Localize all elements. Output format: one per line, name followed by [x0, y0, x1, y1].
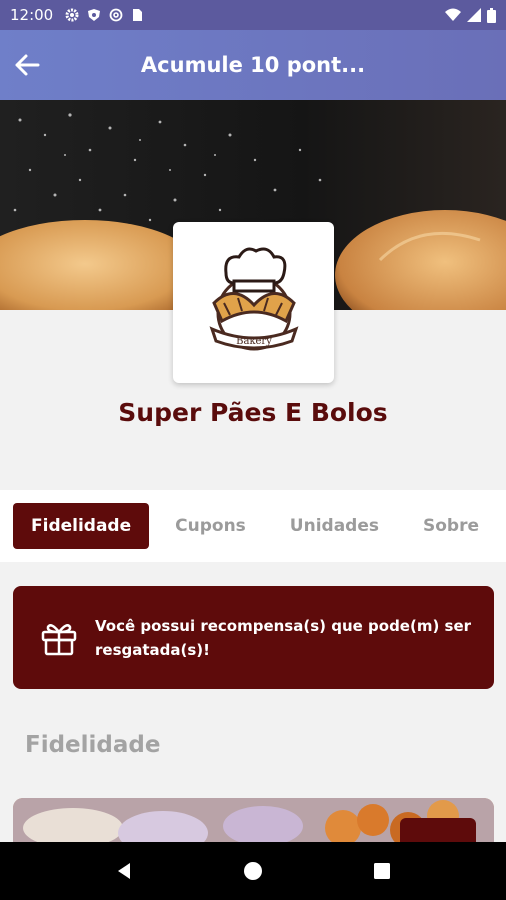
tab-fidelidade[interactable]: Fidelidade [13, 503, 150, 549]
back-triangle-icon[interactable] [114, 861, 134, 881]
back-arrow-icon[interactable] [12, 50, 42, 80]
reward-message: Você possui recompensa(s) que pode(m) se… [95, 616, 472, 659]
reward-banner[interactable]: Você possui recompensa(s) que pode(m) se… [13, 586, 494, 689]
chef-hat-icon: Bakery [209, 247, 298, 350]
sim-card-icon [133, 9, 143, 21]
tab-bar: Fidelidade Cupons Unidades Sobre [0, 490, 506, 562]
at-icon [109, 8, 123, 22]
gear-icon [65, 8, 79, 22]
home-circle-icon[interactable] [243, 861, 263, 881]
status-bar: 12:00 [0, 0, 506, 30]
logo-text: Bakery [236, 336, 272, 347]
shield-icon [88, 9, 101, 21]
tab-cupons[interactable]: Cupons [153, 503, 268, 549]
signal-icon [467, 8, 481, 22]
tab-sobre[interactable]: Sobre [401, 503, 501, 549]
battery-icon [487, 7, 496, 23]
gift-icon [41, 623, 77, 655]
section-title: Fidelidade [25, 732, 161, 758]
store-logo: Bakery [173, 222, 334, 383]
page-title: Acumule 10 pont... [140, 53, 366, 77]
wifi-icon [445, 8, 461, 21]
app-bar: Acumule 10 pont... [0, 30, 506, 100]
tab-unidades[interactable]: Unidades [268, 503, 401, 549]
system-nav-bar [0, 842, 506, 900]
status-time: 12:00 [10, 6, 54, 24]
store-name: Super Pães E Bolos [118, 398, 388, 427]
recents-square-icon[interactable] [372, 861, 392, 881]
